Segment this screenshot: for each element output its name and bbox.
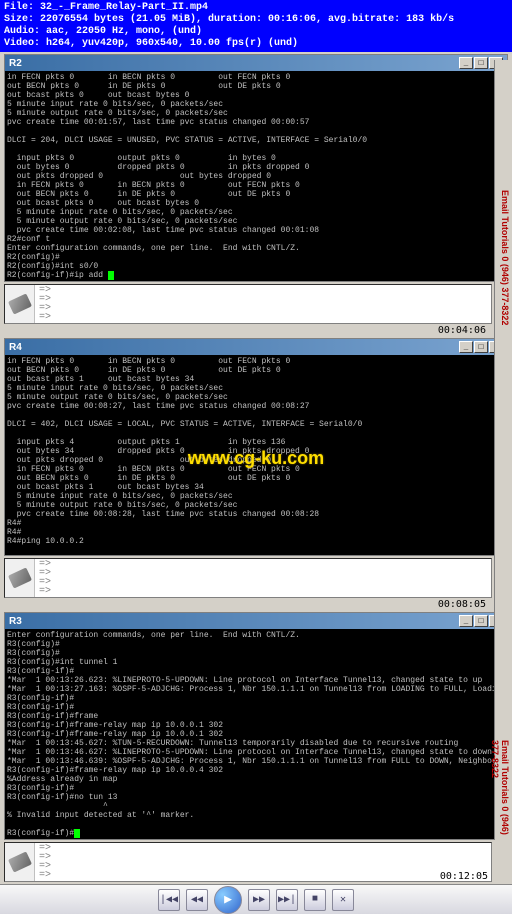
sidebar-label-2[interactable]: Email Tutorials 0 (946) 377-8322 (490, 740, 510, 840)
video-line: Video: h264, yuv420p, 960x540, 10.00 fps… (4, 38, 508, 50)
minimize-button[interactable]: _ (459, 615, 473, 627)
file-line: File: 32_-_Frame_Relay-Part_II.mp4 (4, 2, 508, 14)
arrow-list: => => => => (35, 843, 491, 881)
terminal-text: Enter configuration commands, one per li… (7, 631, 507, 838)
terminal-window-r2: R2 _ □ × in FECN pkts 0 in BECN pkts 0 o… (4, 54, 508, 282)
sidebar-label-1[interactable]: Email Tutorials 0 (946) 377-8322 (500, 190, 510, 325)
titlebar-r4[interactable]: R4 _ □ × (5, 339, 507, 355)
terminal-output-r2[interactable]: in FECN pkts 0 in BECN pkts 0 out FECN p… (5, 71, 507, 281)
titlebar-title: R4 (9, 342, 22, 353)
terminal-window-r3: R3 _ □ × Enter configuration commands, o… (4, 612, 508, 840)
panel-r2: => => => => (4, 284, 492, 324)
minimize-button[interactable]: _ (459, 57, 473, 69)
terminal-output-r3[interactable]: Enter configuration commands, one per li… (5, 629, 507, 839)
terminal-text: in FECN pkts 0 in BECN pkts 0 out FECN p… (7, 73, 367, 280)
titlebar-title: R2 (9, 58, 22, 69)
titlebar-title: R3 (9, 616, 22, 627)
panel-r4: => => => => (4, 558, 492, 598)
cursor-icon (108, 271, 114, 280)
size-line: Size: 22076554 bytes (21.05 MiB), durati… (4, 14, 508, 26)
arrow-list: => => => => (35, 285, 491, 323)
next-button[interactable]: ▶▶| (276, 889, 298, 911)
prev-button[interactable]: |◀◀ (158, 889, 180, 911)
plug-icon[interactable] (5, 843, 35, 881)
timestamp-r4: 00:08:05 (0, 599, 512, 610)
terminal-output-r4[interactable]: in FECN pkts 0 in BECN pkts 0 out FECN p… (5, 355, 507, 555)
close-player-button[interactable]: ✕ (332, 889, 354, 911)
panel-r3: => => => => (4, 842, 492, 882)
audio-line: Audio: aac, 22050 Hz, mono, (und) (4, 26, 508, 38)
forward-button[interactable]: ▶▶ (248, 889, 270, 911)
rewind-button[interactable]: ◀◀ (186, 889, 208, 911)
maximize-button[interactable]: □ (474, 57, 488, 69)
file-info-header: File: 32_-_Frame_Relay-Part_II.mp4 Size:… (0, 0, 512, 52)
arrow-list: => => => => (35, 559, 491, 597)
bottom-timestamp: 00:12:05 (440, 871, 488, 882)
right-sidebar: Email Tutorials 0 (946) 377-8322 Email T… (494, 60, 512, 840)
titlebar-r2[interactable]: R2 _ □ × (5, 55, 507, 71)
maximize-button[interactable]: □ (474, 341, 488, 353)
titlebar-r3[interactable]: R3 _ □ × (5, 613, 507, 629)
minimize-button[interactable]: _ (459, 341, 473, 353)
terminal-window-r4: R4 _ □ × in FECN pkts 0 in BECN pkts 0 o… (4, 338, 508, 556)
terminal-text: in FECN pkts 0 in BECN pkts 0 out FECN p… (7, 357, 362, 555)
stop-button[interactable]: ■ (304, 889, 326, 911)
plug-icon[interactable] (5, 285, 35, 323)
cursor-icon (74, 829, 80, 838)
maximize-button[interactable]: □ (474, 615, 488, 627)
timestamp-r2: 00:04:06 (0, 325, 512, 336)
player-bar: |◀◀ ◀◀ ▶ ▶▶ ▶▶| ■ ✕ (0, 884, 512, 914)
play-button[interactable]: ▶ (214, 886, 242, 914)
plug-icon[interactable] (5, 559, 35, 597)
